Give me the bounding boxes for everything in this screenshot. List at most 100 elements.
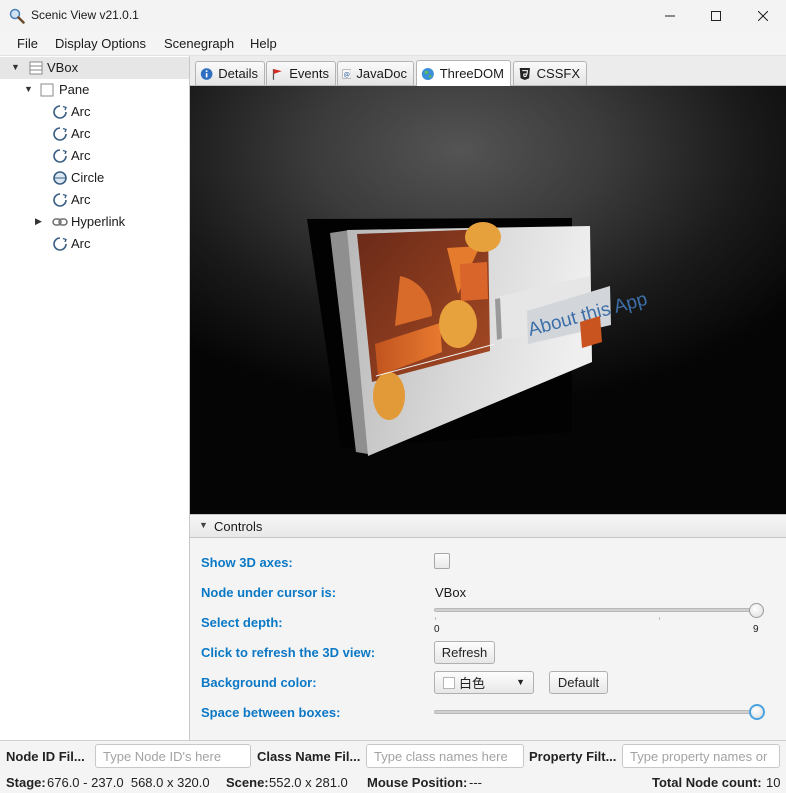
- flag-icon: [272, 68, 282, 80]
- color-swatch: [443, 676, 455, 689]
- tree-node-label: Arc: [71, 104, 91, 119]
- node-id-filter-label: Node ID Fil...: [6, 749, 85, 764]
- node-under-cursor-value: VBox: [435, 585, 467, 600]
- scene-circle-bottom: [373, 372, 405, 420]
- tree-node-label: Pane: [59, 82, 90, 97]
- tab-label: ThreeDOM: [439, 66, 504, 81]
- show-axes-checkbox[interactable]: [434, 553, 450, 569]
- tab-javadoc[interactable]: @ JavaDoc: [337, 61, 414, 85]
- background-color-label: Background color:: [201, 675, 317, 690]
- total-node-count-label: Total Node count:: [652, 775, 762, 790]
- property-filter-input[interactable]: [622, 744, 780, 768]
- controls-titled-pane[interactable]: ▼ Controls: [190, 514, 786, 538]
- vbox-icon: [29, 61, 43, 75]
- arc-icon: [53, 105, 67, 119]
- node-id-filter-input[interactable]: [95, 744, 251, 768]
- tab-label: JavaDoc: [356, 66, 407, 81]
- tab-events[interactable]: Events: [266, 61, 336, 85]
- tree-node-arc[interactable]: Arc: [0, 233, 189, 255]
- expand-arrow-icon[interactable]: ▼: [11, 62, 20, 72]
- space-between-boxes-label: Space between boxes:: [201, 705, 341, 720]
- space-slider-thumb[interactable]: [749, 704, 765, 720]
- magnifier-app-icon: [9, 8, 25, 24]
- collapse-arrow-icon[interactable]: ▶: [35, 216, 42, 227]
- arc-icon: [53, 237, 67, 251]
- arc-icon: [53, 193, 67, 207]
- depth-slider-thumb[interactable]: [749, 603, 764, 618]
- property-filter-label: Property Filt...: [529, 749, 617, 764]
- scene-rect-orange: [460, 262, 488, 301]
- tree-node-label: Hyperlink: [71, 214, 126, 229]
- tree-node-pane[interactable]: ▼ Pane: [0, 79, 189, 101]
- status-bar: Stage: 676.0 - 237.0 568.0 x 320.0 Scene…: [0, 770, 786, 793]
- class-name-filter-label: Class Name Fil...: [257, 749, 361, 764]
- tab-cssfx[interactable]: CSSFX: [513, 61, 587, 85]
- dropdown-arrow-icon: ▼: [516, 677, 525, 687]
- scene-circle-middle: [439, 300, 477, 348]
- scene-value: 552.0 x 281.0: [269, 775, 348, 790]
- tab-bar: Details Events @ JavaDoc ThreeDOM CSSFX: [190, 56, 786, 86]
- tree-node-circle[interactable]: Circle: [0, 167, 189, 189]
- tree-node-arc[interactable]: Arc: [0, 145, 189, 167]
- show-axes-label: Show 3D axes:: [201, 555, 293, 570]
- at-icon: @: [342, 68, 352, 79]
- threedom-scene: About this App: [307, 218, 650, 456]
- menu-display-options[interactable]: Display Options: [55, 36, 146, 51]
- tab-threedom[interactable]: ThreeDOM: [416, 60, 511, 86]
- circle-icon: [53, 171, 67, 185]
- minimize-button[interactable]: [647, 0, 693, 32]
- controls-title: Controls: [214, 519, 263, 534]
- scene-circle-top: [465, 222, 501, 252]
- pane-icon: [40, 83, 54, 97]
- filter-bar: Node ID Fil... Class Name Fil... Propert…: [0, 740, 786, 770]
- mouse-position-label: Mouse Position:: [367, 775, 468, 790]
- window-title: Scenic View v21.0.1: [31, 8, 139, 22]
- tab-label: Details: [218, 66, 258, 81]
- tree-node-label: Circle: [71, 170, 105, 185]
- menu-file[interactable]: File: [17, 36, 38, 51]
- slider-track[interactable]: [434, 608, 759, 612]
- mouse-position-value: ---: [469, 775, 482, 790]
- menu-help[interactable]: Help: [250, 36, 277, 51]
- default-color-button[interactable]: Default: [549, 671, 608, 694]
- tree-node-arc[interactable]: Arc: [0, 101, 189, 123]
- tab-details[interactable]: Details: [195, 61, 265, 85]
- node-under-cursor-label: Node under cursor is:: [201, 585, 337, 600]
- tab-label: Events: [289, 66, 329, 81]
- select-depth-label: Select depth:: [201, 615, 283, 630]
- svg-text:@: @: [343, 70, 350, 78]
- maximize-icon: [711, 11, 721, 21]
- slider-track[interactable]: [434, 710, 759, 714]
- maximize-button[interactable]: [693, 0, 739, 32]
- refresh-button[interactable]: Refresh: [434, 641, 495, 664]
- stage-label: Stage:: [6, 775, 46, 790]
- css-icon: [519, 67, 530, 80]
- scene-label: Scene:: [226, 775, 269, 790]
- threedom-viewport[interactable]: About this App: [190, 86, 786, 514]
- class-name-filter-input[interactable]: [366, 744, 524, 768]
- info-icon: [200, 67, 213, 80]
- close-icon: [758, 11, 768, 21]
- title-bar: Scenic View v21.0.1: [0, 0, 786, 32]
- tree-node-hyperlink[interactable]: ▶ Hyperlink: [0, 211, 189, 233]
- background-color-picker[interactable]: 白色 ▼: [434, 671, 534, 694]
- tree-node-label: Arc: [71, 236, 91, 251]
- collapse-controls-icon[interactable]: ▼: [199, 520, 208, 530]
- tree-node-label: Arc: [71, 148, 91, 163]
- depth-min-label: 0: [434, 624, 440, 635]
- minimize-icon: [665, 15, 675, 17]
- controls-body: Show 3D axes: Node under cursor is: VBox…: [190, 538, 786, 740]
- tree-node-arc[interactable]: Arc: [0, 123, 189, 145]
- tree-node-arc[interactable]: Arc: [0, 189, 189, 211]
- tree-node-vbox[interactable]: ▼ VBox: [0, 57, 189, 79]
- refresh-label: Click to refresh the 3D view:: [201, 645, 376, 660]
- menu-bar: File Display Options Scenegraph Help: [0, 32, 786, 56]
- expand-arrow-icon[interactable]: ▼: [24, 84, 33, 94]
- menu-scenegraph[interactable]: Scenegraph: [164, 36, 234, 51]
- background-color-value: 白色: [459, 676, 486, 691]
- arc-icon: [53, 149, 67, 163]
- globe-icon: [421, 67, 434, 80]
- scenegraph-tree[interactable]: ▼ VBox ▼ Pane Arc Arc Arc Circle Arc ▶ H…: [0, 56, 190, 740]
- tab-label: CSSFX: [536, 66, 580, 81]
- close-button[interactable]: [740, 0, 786, 32]
